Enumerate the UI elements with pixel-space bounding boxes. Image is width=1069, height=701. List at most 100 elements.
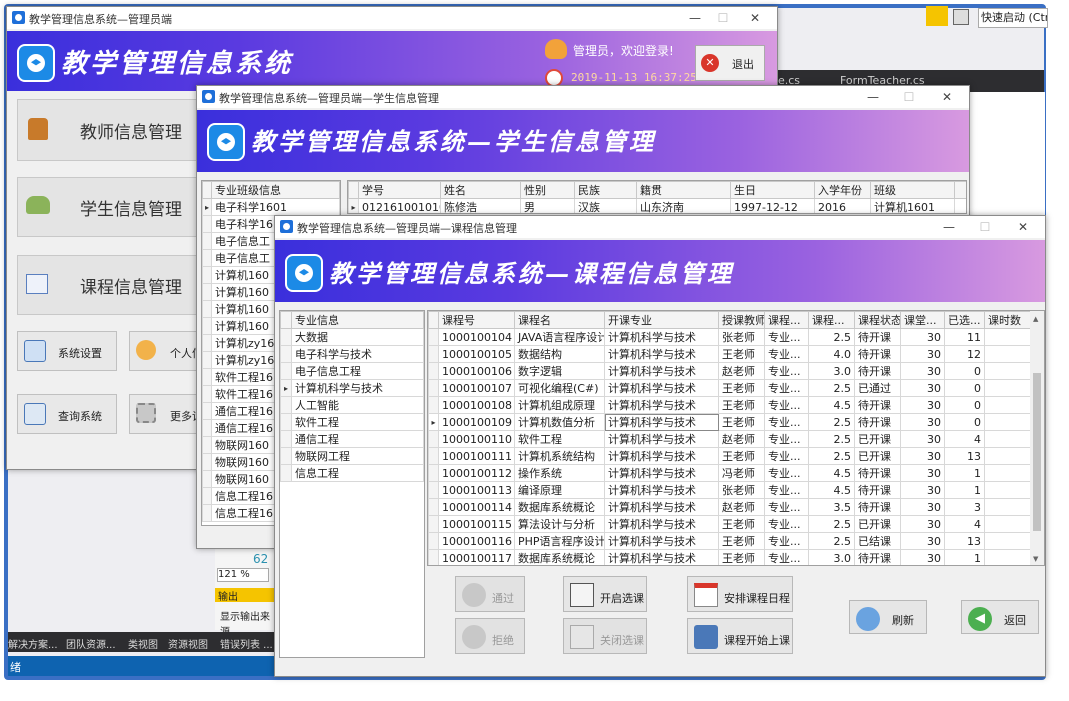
table-cell[interactable]: 1000100114 [438,498,515,516]
table-cell[interactable]: JAVA语言程序设计 [514,328,605,346]
table-cell[interactable] [984,328,1031,346]
table-cell[interactable]: 13 [944,532,985,550]
table-cell[interactable] [984,532,1031,550]
table-cell[interactable]: 赵老师 [718,362,765,380]
table-cell[interactable]: 赵老师 [718,498,765,516]
table-cell[interactable]: 30 [900,549,945,565]
table-cell[interactable] [984,464,1031,482]
table-cell[interactable]: 计算机科学与技术 [604,515,719,533]
table-cell[interactable]: 专业... [764,532,809,550]
back-button[interactable]: ◀ 返回 [961,600,1039,634]
table-cell[interactable]: 4.0 [808,345,855,363]
query-system-button[interactable]: 查询系统 [17,394,117,434]
column-header[interactable]: 课程... [808,311,855,329]
table-cell[interactable]: 0 [944,362,985,380]
table-cell[interactable]: 2.5 [808,532,855,550]
table-cell[interactable]: 计算机科学与技术 [604,549,719,565]
major-list-item[interactable]: 人工智能 [280,396,424,414]
table-cell[interactable]: 0 [944,396,985,414]
open-selection-button[interactable]: 开启选课 [563,576,647,612]
scroll-up-icon[interactable]: ▲ [1033,315,1038,323]
table-cell[interactable]: 已开课 [854,430,901,448]
table-row[interactable]: 1000100110 软件工程 计算机科学与技术 赵老师 专业... 2.5 已开课 30 4 [428,430,1031,448]
table-cell[interactable]: 数据库系统概论 [514,549,605,565]
table-cell[interactable]: 专业... [764,447,809,465]
table-cell[interactable]: 男 [520,198,575,213]
tab-resource-view[interactable]: 资源视图 [168,636,208,651]
filter-icon[interactable] [926,6,948,26]
table-cell[interactable]: 冯老师 [718,464,765,482]
exit-button[interactable]: ✕ 退出 [695,45,765,81]
table-cell[interactable]: 专业... [764,345,809,363]
major-list-item[interactable]: 信息工程 [280,464,424,482]
table-cell[interactable]: 计算机科学与技术 [604,328,719,346]
table-cell[interactable]: 可视化编程(C#) [514,379,605,397]
table-cell[interactable]: 计算机科学与技术 [604,345,719,363]
class-list-item[interactable]: ▸ 电子科学1601 [202,198,340,216]
table-cell[interactable]: 算法设计与分析 [514,515,605,533]
quick-launch-input[interactable]: 快速启动 (Ctrl [978,8,1048,28]
table-cell[interactable]: 专业... [764,464,809,482]
table-cell[interactable]: 王老师 [718,379,765,397]
student-info-button[interactable]: 学生信息管理 [17,177,201,237]
table-cell[interactable]: 待开课 [854,396,901,414]
table-cell[interactable]: 王老师 [718,447,765,465]
table-cell[interactable]: 2.5 [808,430,855,448]
table-cell[interactable]: 计算机1601 [870,198,955,213]
table-cell[interactable]: 计算机科学与技术 [604,447,719,465]
maximize-button[interactable]: ☐ [895,88,923,106]
column-header[interactable]: 课程号 [438,311,515,329]
table-cell[interactable]: 计算机科学与技术 [604,430,719,448]
table-cell[interactable]: 计算机数值分析 [514,413,605,431]
table-cell[interactable]: 30 [900,328,945,346]
table-cell[interactable]: 待开课 [854,362,901,380]
table-cell[interactable] [984,447,1031,465]
table-cell[interactable]: 30 [900,430,945,448]
column-header[interactable]: 课堂... [900,311,945,329]
close-button[interactable]: ✕ [933,88,961,106]
table-cell[interactable] [984,481,1031,499]
table-cell[interactable]: 已通过 [854,379,901,397]
table-cell[interactable]: 计算机系统结构 [514,447,605,465]
table-cell[interactable]: 王老师 [718,345,765,363]
table-cell[interactable]: 已结课 [854,532,901,550]
column-header[interactable]: 姓名 [440,181,521,199]
table-row[interactable]: 1000100107 可视化编程(C#) 计算机科学与技术 王老师 专业... 2.5 已通… [428,379,1031,397]
table-cell[interactable]: 0 [944,413,985,431]
column-header[interactable]: 课程状态 [854,311,901,329]
class-name-cell[interactable]: 电子科学1601 [211,198,340,216]
table-cell[interactable]: 陈修浩 [440,198,521,213]
tab-team[interactable]: 团队资源... [66,636,116,651]
table-row[interactable]: 1000100112 操作系统 计算机科学与技术 冯老师 专业... 4.5 待开课 30 1 [428,464,1031,482]
table-row[interactable]: 1000100111 计算机系统结构 计算机科学与技术 王老师 专业... 2.5 已开课 3… [428,447,1031,465]
table-cell[interactable] [984,430,1031,448]
table-cell[interactable]: 3.5 [808,498,855,516]
table-row[interactable]: 1000100115 算法设计与分析 计算机科学与技术 王老师 专业... 2.5 已开课 3… [428,515,1031,533]
table-cell[interactable]: 待开课 [854,413,901,431]
table-cell[interactable]: 1 [944,481,985,499]
table-cell[interactable]: 张老师 [718,481,765,499]
major-name-cell[interactable]: 物联网工程 [291,447,424,465]
table-cell[interactable]: 山东济南 [636,198,731,213]
table-cell[interactable]: 软件工程 [514,430,605,448]
table-cell[interactable]: 13 [944,447,985,465]
table-cell[interactable] [984,413,1031,431]
table-cell[interactable]: 0121610010101 [358,198,441,213]
table-cell[interactable]: 4.5 [808,396,855,414]
minimize-button[interactable]: — [935,218,963,236]
column-header[interactable]: 学号 [358,181,441,199]
table-cell[interactable]: 已开课 [854,447,901,465]
column-header[interactable]: 民族 [574,181,637,199]
table-row[interactable]: 1000100113 编译原理 计算机科学与技术 张老师 专业... 4.5 待开课 30 1 [428,481,1031,499]
table-cell[interactable]: 1000100113 [438,481,515,499]
table-cell[interactable] [984,362,1031,380]
table-cell[interactable]: 12 [944,345,985,363]
table-row[interactable]: ▸ 1000100109 计算机数值分析 计算机科学与技术 王老师 专业... 2.5 待开课… [428,413,1031,431]
column-header[interactable]: 授课教师 [718,311,765,329]
table-row[interactable]: 1000100117 数据库系统概论 计算机科学与技术 王老师 专业... 3.0 待开课 3… [428,549,1031,565]
table-cell[interactable]: 4 [944,515,985,533]
table-cell[interactable]: 专业... [764,379,809,397]
table-cell[interactable]: 计算机科学与技术 [604,362,719,380]
table-cell[interactable]: 数字逻辑 [514,362,605,380]
table-row[interactable]: 1000100114 数据库系统概论 计算机科学与技术 赵老师 专业... 3.5 待开课 3… [428,498,1031,516]
